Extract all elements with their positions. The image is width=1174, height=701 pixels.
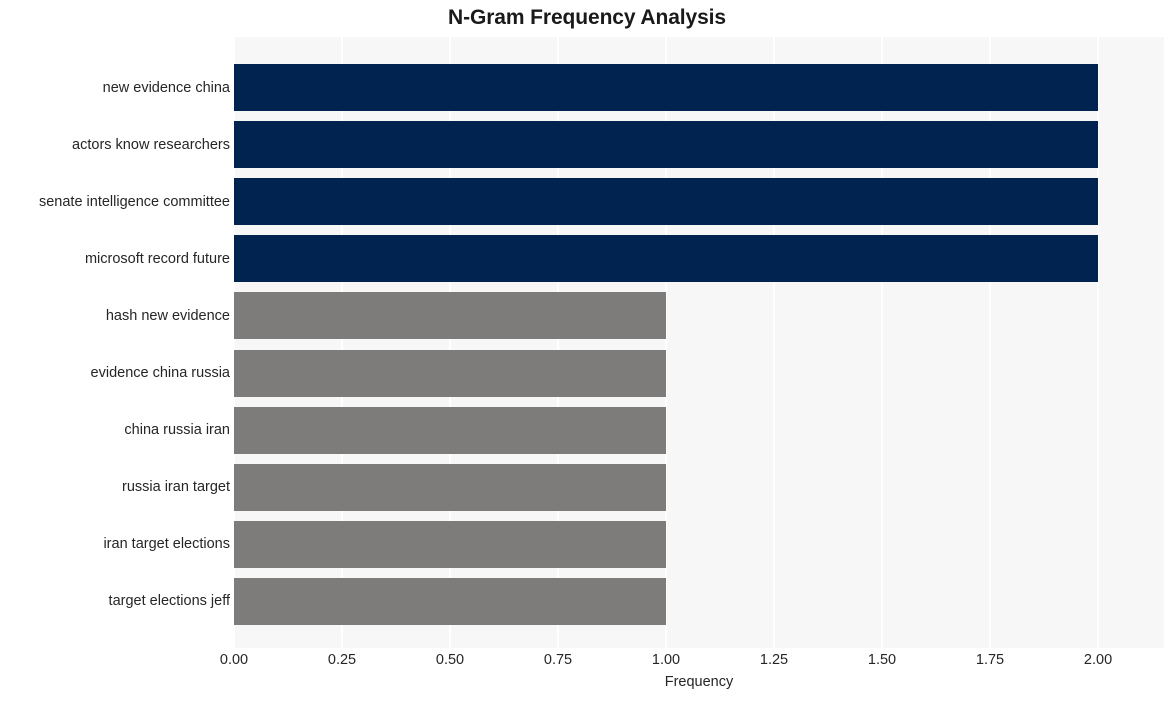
bar[interactable]	[234, 64, 1099, 111]
x-axis-tick-label: 1.50	[867, 652, 897, 668]
y-axis-tick-label: actors know researchers	[72, 136, 230, 153]
bar[interactable]	[234, 577, 666, 625]
x-axis-tick-label: 2.00	[1083, 652, 1113, 668]
bar[interactable]	[234, 349, 666, 397]
y-axis-tick-label: evidence china russia	[90, 365, 230, 381]
x-axis-tick-label: 1.75	[975, 652, 1005, 668]
bar[interactable]	[234, 292, 666, 340]
y-axis-tick-label: iran target elections	[103, 536, 230, 553]
y-axis-tick-label: russia iran target	[122, 479, 230, 496]
chart-figure: N-Gram Frequency Analysis new evidence c…	[0, 0, 1174, 701]
y-axis-tick-label: senate intelligence committee	[38, 193, 230, 210]
bar[interactable]	[234, 178, 1099, 226]
y-axis-tick-label: new evidence china	[102, 79, 230, 96]
x-axis-tick-label: 1.00	[651, 652, 681, 668]
x-axis-tick-label: 0.25	[327, 652, 357, 668]
x-axis-tick-label: 1.25	[759, 652, 789, 668]
bar[interactable]	[234, 235, 1099, 283]
bar[interactable]	[234, 121, 1099, 169]
bar[interactable]	[234, 520, 666, 568]
y-axis-tick-label: target elections jeff	[108, 593, 230, 610]
bar[interactable]	[234, 406, 666, 454]
x-axis-tick-label: 0.50	[435, 652, 465, 668]
x-axis-tick-label: 0.00	[219, 652, 249, 668]
x-axis-tick-label: 0.75	[543, 652, 573, 668]
bar[interactable]	[234, 463, 666, 511]
plot-area	[234, 37, 1164, 648]
y-axis-tick-label: microsoft record future	[84, 250, 230, 267]
y-axis-tick-label: china russia iran	[124, 422, 230, 439]
x-axis-label: Frequency	[664, 674, 734, 690]
y-axis-tick-label: hash new evidence	[105, 307, 230, 324]
page-title: N-Gram Frequency Analysis	[448, 6, 726, 29]
